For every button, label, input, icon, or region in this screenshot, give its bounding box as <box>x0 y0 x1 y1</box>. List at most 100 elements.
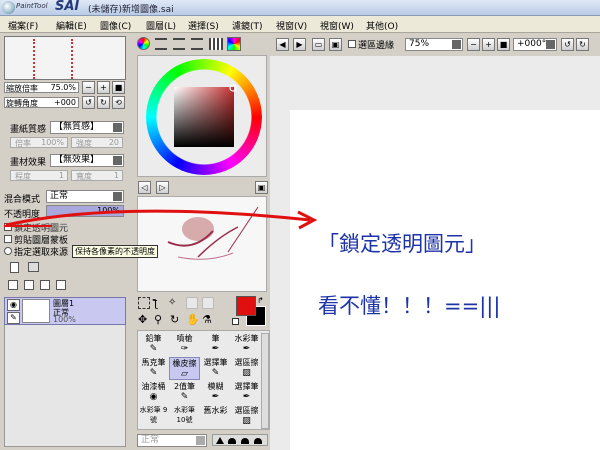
texture-strength-slider[interactable]: 強度 20 <box>71 137 123 148</box>
app-logo-small-text: PaintTool <box>16 2 48 10</box>
zoom-icon[interactable]: ⚲ <box>154 313 162 326</box>
tool-select-pen[interactable]: 選擇筆 ✎ <box>200 357 231 378</box>
selection-source-radio[interactable] <box>4 247 12 255</box>
binary-pen-icon: ✎ <box>180 392 189 402</box>
color-wheel[interactable] <box>145 59 263 175</box>
swatch-next-button[interactable]: ▷ <box>156 181 169 194</box>
paper-effect-select[interactable]: 【無效果】 <box>50 154 124 167</box>
effect-degree-value: 1 <box>58 171 64 180</box>
intermediate-tab-icon[interactable] <box>191 38 203 50</box>
brush-shape-buttons[interactable] <box>212 434 268 446</box>
layer-row[interactable]: ◉ ✎ 圖層1 正常 100% <box>4 297 126 325</box>
scratchpad-tab-icon[interactable] <box>227 37 241 51</box>
deselect-button[interactable]: ▭ <box>312 38 325 51</box>
swatch-prev-button[interactable]: ◁ <box>138 181 151 194</box>
canvas[interactable] <box>290 110 600 450</box>
primary-color[interactable] <box>236 296 256 316</box>
zoom-out-button[interactable]: − <box>82 81 95 94</box>
chevron-down-icon <box>452 40 461 49</box>
menu-file[interactable]: 檔案(F) <box>8 19 38 32</box>
angle-slider[interactable]: 旋轉角度 +000 <box>4 97 79 108</box>
tool-airbrush[interactable]: 噴槍 ✑ <box>169 333 200 354</box>
angle-label: 旋轉角度 <box>6 99 38 108</box>
canvas-zoom-select[interactable]: 75% <box>405 38 463 51</box>
menu-view[interactable]: 視窗(V) <box>276 19 307 32</box>
eye-icon[interactable]: ◉ <box>7 299 20 311</box>
tool-pencil[interactable]: 鉛筆 ✎ <box>138 333 169 354</box>
delete-layer-icon[interactable] <box>56 280 66 290</box>
merge-layer-icon[interactable] <box>24 280 34 290</box>
new-layer-icon[interactable] <box>10 262 19 273</box>
tool-scrollbar[interactable] <box>261 333 269 429</box>
menu-filter[interactable]: 濾鏡(T) <box>232 19 263 32</box>
paper-texture-select[interactable]: 【無質感】 <box>50 121 124 134</box>
menu-window[interactable]: 視窗(W) <box>320 19 354 32</box>
tool-eraser-label: 橡皮擦 <box>172 359 197 368</box>
color-wheel-tab-icon[interactable] <box>137 37 150 50</box>
swatch-save-button[interactable]: ▣ <box>255 181 268 194</box>
menu-edit[interactable]: 編輯(E) <box>56 19 87 32</box>
menu-layer[interactable]: 圖層(L) <box>146 19 176 32</box>
tool-select-eraser[interactable]: 選區擦 ▨ <box>231 357 262 378</box>
canvas-rotate-left-button[interactable]: ↺ <box>561 38 574 51</box>
invert-select-button[interactable]: ▣ <box>329 38 342 51</box>
transparent-color-icon[interactable] <box>232 318 239 325</box>
tool-brush[interactable]: 筆 ✒ <box>200 333 231 354</box>
tool-airbrush-label: 噴槍 <box>176 334 193 343</box>
redo-button[interactable]: ▶ <box>293 38 306 51</box>
tool-binary-pen[interactable]: 2值筆 ✎ <box>169 381 200 402</box>
tool-watercolor-9[interactable]: 水彩筆 9號 <box>138 405 169 425</box>
texture-scale-value: 100% <box>41 138 64 147</box>
lock-alpha-tooltip: 保持各像素的不透明度 <box>72 245 158 258</box>
select-edge-checkbox[interactable] <box>348 40 356 48</box>
tool-watercolor[interactable]: 水彩筆 ✒ <box>231 333 262 354</box>
hand-icon[interactable]: ✋ <box>186 313 200 326</box>
brush-mode-select[interactable]: 正常 <box>137 434 207 447</box>
canvas-zoom-in-button[interactable]: + <box>482 38 495 51</box>
effect-width-slider[interactable]: 寬度 1 <box>71 170 123 181</box>
texture-scale-slider[interactable]: 倍率 100% <box>10 137 68 148</box>
magic-wand-icon[interactable]: ✧ <box>168 297 176 308</box>
lasso-icon[interactable]: ƪ <box>154 297 158 310</box>
zoom-reset-button[interactable]: ■ <box>112 81 125 94</box>
rgb-slider-tab-icon[interactable] <box>155 38 167 50</box>
swatch-tab-icon[interactable] <box>209 38 223 50</box>
swap-colors-icon[interactable]: ↱ <box>257 296 264 305</box>
tool-blur[interactable]: 模糊 ✒ <box>200 381 231 402</box>
canvas-zoom-out-button[interactable]: − <box>467 38 480 51</box>
brush-icon[interactable]: ✎ <box>7 312 20 324</box>
rotate-reset-button[interactable]: ⟲ <box>112 96 125 109</box>
tool-bucket-label: 油漆桶 <box>141 382 166 391</box>
rotate-right-button[interactable]: ↻ <box>97 96 110 109</box>
color-mode-tabs <box>137 36 263 52</box>
rotate-left-button[interactable]: ↺ <box>82 96 95 109</box>
menu-others[interactable]: 其他(O) <box>366 19 398 32</box>
move-icon[interactable]: ✥ <box>138 313 147 326</box>
canvas-angle-select[interactable]: +000° <box>513 38 557 51</box>
hsv-slider-tab-icon[interactable] <box>173 38 185 50</box>
eyedropper-icon[interactable]: ⚗ <box>202 313 212 326</box>
new-folder-icon[interactable] <box>28 262 39 272</box>
tool-old-watercolor[interactable]: 舊水彩 <box>200 405 231 416</box>
tool-select-pen-label: 選擇筆 <box>203 358 228 367</box>
effect-degree-slider[interactable]: 程度 1 <box>10 170 68 181</box>
tool-watercolor-10[interactable]: 水彩筆 10號 <box>169 405 200 425</box>
tool-watercolor-label: 水彩筆 <box>234 334 259 343</box>
tool-eraser[interactable]: 橡皮擦 ▱ <box>169 357 200 380</box>
zoom-slider[interactable]: 縮放倍率 75.0% <box>4 82 79 93</box>
undo-button[interactable]: ◀ <box>276 38 289 51</box>
tool-select-eraser-2[interactable]: 選區擦 ▨ <box>231 405 262 426</box>
tool-bucket[interactable]: 油漆桶 ◉ <box>138 381 169 402</box>
navigator-preview[interactable] <box>4 36 126 80</box>
canvas-zoom-reset-button[interactable]: ■ <box>497 38 510 51</box>
rotate-icon[interactable]: ↻ <box>170 313 179 326</box>
zoom-in-button[interactable]: + <box>97 81 110 94</box>
tool-marker[interactable]: 馬克筆 ✎ <box>138 357 169 378</box>
menu-selection[interactable]: 選擇(S) <box>188 19 219 32</box>
tool-select-pen-2[interactable]: 選擇筆 ✒ <box>231 381 262 402</box>
menu-canvas[interactable]: 圖像(C) <box>100 19 131 32</box>
canvas-rotate-right-button[interactable]: ↻ <box>576 38 589 51</box>
copy-layer-icon[interactable] <box>8 280 18 290</box>
clear-layer-icon[interactable] <box>40 280 50 290</box>
rectangle-select-icon[interactable] <box>138 297 150 309</box>
